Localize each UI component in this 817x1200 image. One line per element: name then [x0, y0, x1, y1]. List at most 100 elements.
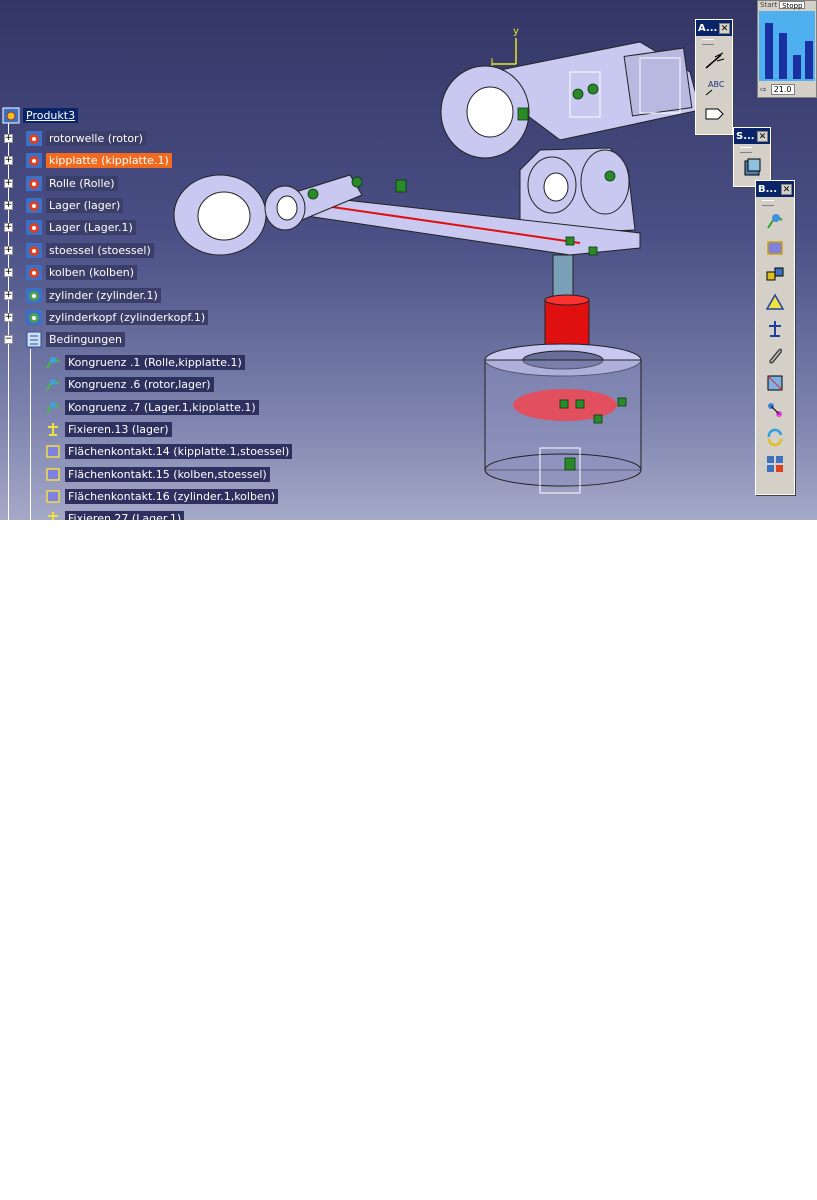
tree-branch-line — [30, 349, 31, 520]
quick-constraint-icon — [767, 375, 783, 391]
tree-node-bedingungen[interactable]: − Bedingungen — [4, 330, 125, 348]
expand-icon[interactable]: + — [4, 133, 13, 143]
tree-constraint-fixieren-27[interactable]: Fixieren.27 (Lager.1) — [44, 509, 185, 520]
fix-button[interactable] — [762, 316, 788, 342]
tree-constraint-label[interactable]: Flächenkontakt.16 (zylinder.1,kolben) — [65, 488, 278, 504]
tree-node-lager[interactable]: + Lager (lager) — [4, 196, 124, 214]
expand-icon[interactable]: + — [4, 290, 13, 300]
toolbar-titlebar[interactable]: S... ✕ — [734, 128, 770, 144]
tree-node-label[interactable]: kolben (kolben) — [46, 264, 138, 280]
tree-node-label[interactable]: Lager (Lager.1) — [46, 219, 136, 235]
tree-constraint-kongruenz-7[interactable]: Kongruenz .7 (Lager.1,kipplatte.1) — [44, 398, 259, 416]
tree-constraint-label[interactable]: Kongruenz .6 (rotor,lager) — [65, 376, 214, 392]
close-icon[interactable]: ✕ — [781, 183, 792, 195]
tree-constraint-fixieren-13[interactable]: Fixieren.13 (lager) — [44, 420, 172, 438]
tree-constraint-label[interactable]: Fixieren.13 (lager) — [65, 421, 172, 437]
toolbar-grip[interactable] — [762, 200, 774, 206]
tree-node-rolle[interactable]: + Rolle (Rolle) — [4, 174, 118, 192]
close-icon[interactable]: ✕ — [719, 22, 730, 34]
tree-node-kipplatte[interactable]: + kipplatte (kipplatte.1) — [4, 151, 172, 169]
constraints-toolbar[interactable]: B... ✕ — [755, 180, 795, 495]
tree-constraint-label[interactable]: Fixieren.27 (Lager.1) — [65, 510, 185, 520]
toolbar-titlebar[interactable]: A... ✕ — [696, 20, 732, 36]
fix-icon — [769, 321, 781, 337]
angle-button[interactable] — [762, 289, 788, 315]
tree-root[interactable]: Produkt3 — [2, 106, 79, 124]
tree-node-zylinderkopf[interactable]: + zylinderkopf (zylinderkopf.1) — [4, 308, 209, 326]
tree-constraint-label[interactable]: Kongruenz .1 (Rolle,kipplatte.1) — [65, 354, 245, 370]
analysis-panel[interactable]: Start Stopp ⇨ 21.0 — [757, 0, 817, 98]
tree-node-label[interactable]: Lager (lager) — [46, 197, 124, 213]
tree-node-label[interactable]: stoessel (stoessel) — [46, 242, 154, 258]
flexible-button[interactable] — [762, 397, 788, 423]
part-icon — [26, 175, 42, 191]
scene-toolbar[interactable]: S... ✕ — [733, 127, 771, 187]
3d-viewport[interactable]: y Produkt3 + rotorwelle (rotor) + kippla… — [0, 0, 817, 520]
tree-node-label[interactable]: kipplatte (kipplatte.1) — [46, 152, 172, 168]
contact-constraint-icon — [46, 489, 60, 503]
contact-constraint-icon — [46, 467, 60, 481]
tree-node-stoessel[interactable]: + stoessel (stoessel) — [4, 241, 154, 259]
tree-constraint-flaechenkontakt-15[interactable]: Flächenkontakt.15 (kolben,stoessel) — [44, 465, 270, 483]
part-icon — [26, 197, 42, 213]
tree-node-label[interactable]: zylinder (zylinder.1) — [46, 287, 161, 303]
tree-node-kolben[interactable]: + kolben (kolben) — [4, 263, 138, 281]
cylinder-part[interactable] — [484, 343, 642, 494]
expand-icon[interactable]: + — [4, 312, 13, 322]
coincidence-button[interactable] — [762, 208, 788, 234]
panel-tabs[interactable]: Start Stopp — [758, 1, 816, 10]
start-tab[interactable]: Start — [758, 1, 779, 9]
tree-node-zylinder[interactable]: + zylinder (zylinder.1) — [4, 286, 161, 304]
fix-together-button[interactable] — [762, 343, 788, 369]
tree-constraint-kongruenz-1[interactable]: Kongruenz .1 (Rolle,kipplatte.1) — [44, 353, 245, 371]
flag-note-button[interactable] — [701, 47, 727, 73]
expand-icon[interactable]: + — [4, 200, 13, 210]
expand-icon[interactable]: + — [4, 155, 13, 165]
annotation-toolbar[interactable]: A... ✕ ABC — [695, 19, 733, 135]
rotor-part[interactable] — [440, 41, 701, 159]
tree-node-label[interactable]: zylinderkopf (zylinderkopf.1) — [46, 309, 209, 325]
coincidence-constraint-icon — [46, 356, 60, 369]
toolbar-titlebar[interactable]: B... ✕ — [756, 181, 794, 197]
toolbar-grip[interactable] — [702, 39, 714, 45]
toolbar-title: S... — [736, 130, 755, 142]
flexible-icon — [768, 403, 782, 417]
stop-tab[interactable]: Stopp — [779, 1, 806, 10]
tree-node-lager-1[interactable]: + Lager (Lager.1) — [4, 218, 136, 236]
tree-constraint-flaechenkontakt-14[interactable]: Flächenkontakt.14 (kipplatte.1,stoessel) — [44, 442, 293, 460]
expand-icon[interactable]: + — [4, 245, 13, 255]
text-button[interactable]: ABC — [701, 74, 727, 100]
contact-icon — [767, 241, 783, 255]
contact-button[interactable] — [762, 235, 788, 261]
close-icon[interactable]: ✕ — [757, 130, 768, 142]
offset-button[interactable] — [762, 262, 788, 288]
part-icon — [26, 242, 42, 258]
expand-icon[interactable]: + — [4, 178, 13, 188]
tree-constraint-kongruenz-6[interactable]: Kongruenz .6 (rotor,lager) — [44, 375, 214, 393]
arrow-tag-button[interactable] — [701, 101, 727, 127]
tree-root-label[interactable]: Produkt3 — [23, 107, 79, 123]
tree-node-rotorwelle[interactable]: + rotorwelle (rotor) — [4, 129, 146, 147]
specification-tree[interactable]: Produkt3 + rotorwelle (rotor) + kipplatt… — [0, 104, 300, 520]
tree-constraint-flaechenkontakt-16[interactable]: Flächenkontakt.16 (zylinder.1,kolben) — [44, 487, 278, 505]
collapse-icon[interactable]: − — [4, 334, 13, 344]
toolbar-title: A... — [698, 22, 718, 34]
expand-icon[interactable]: + — [4, 267, 13, 277]
value-field[interactable]: 21.0 — [770, 83, 795, 95]
arrow-tag-icon — [705, 108, 724, 120]
quick-constraint-button[interactable] — [762, 370, 788, 396]
tree-constraint-label[interactable]: Flächenkontakt.15 (kolben,stoessel) — [65, 466, 270, 482]
update-button[interactable] — [762, 424, 788, 450]
tree-node-label[interactable]: Bedingungen — [46, 331, 125, 347]
compass[interactable]: y — [491, 26, 519, 66]
part-icon — [26, 309, 42, 325]
expand-icon[interactable]: + — [4, 222, 13, 232]
scene-button[interactable] — [739, 155, 765, 181]
reuse-pattern-button[interactable] — [762, 451, 788, 477]
tree-node-label[interactable]: Rolle (Rolle) — [46, 175, 118, 191]
tree-constraint-label[interactable]: Kongruenz .7 (Lager.1,kipplatte.1) — [65, 399, 259, 415]
tree-constraint-label[interactable]: Flächenkontakt.14 (kipplatte.1,stoessel) — [65, 443, 293, 459]
coincidence-icon — [767, 214, 783, 229]
toolbar-grip[interactable] — [740, 147, 752, 153]
tree-node-label[interactable]: rotorwelle (rotor) — [46, 130, 146, 146]
